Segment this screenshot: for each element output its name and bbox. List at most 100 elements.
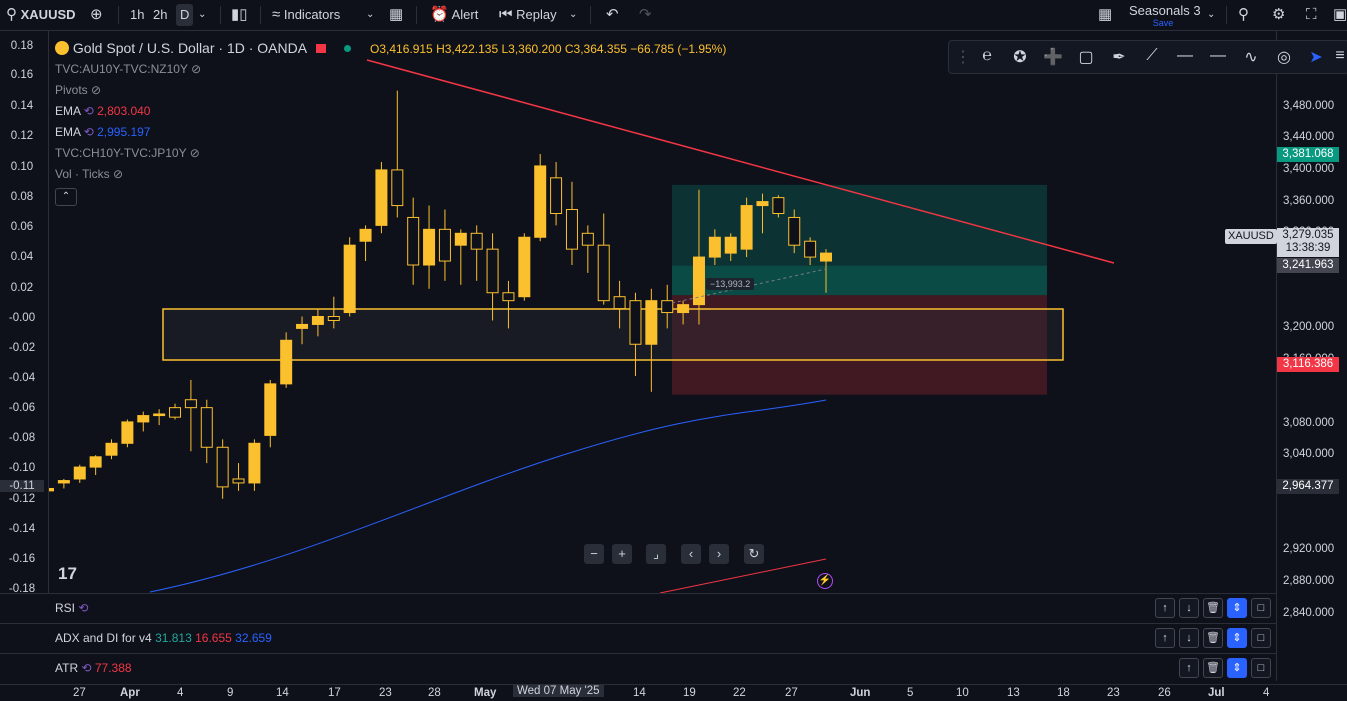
candle <box>486 233 499 321</box>
zoom-in-button[interactable]: + <box>612 544 632 564</box>
legend-item-vol[interactable]: Vol · Ticks ⊘ <box>55 167 123 181</box>
move-down-icon[interactable]: ↓ <box>1179 628 1199 648</box>
layout-name-button[interactable]: Seasonals 3 Save <box>1129 3 1209 28</box>
candle <box>200 399 213 464</box>
collapse-pane-icon[interactable]: ⇕ <box>1227 628 1247 648</box>
atr-title: ATR ⟲ 77.388 <box>55 661 132 675</box>
search-icon: ⚲ <box>6 6 17 23</box>
legend-item-spread1[interactable]: TVC:AU10Y-TVC:NZ10Y ⊘ <box>55 62 201 76</box>
maximize-pane-icon[interactable]: □ <box>1251 658 1271 678</box>
chevron-down-icon[interactable]: ⌄ <box>366 0 374 30</box>
lightning-icon[interactable]: ⚡ <box>817 573 833 589</box>
settings-gear-icon[interactable]: ⚙ <box>1272 0 1285 30</box>
brush-icon[interactable]: ✒ <box>1108 47 1130 67</box>
time-axis-label: 19 <box>683 687 696 699</box>
interval-1h-button[interactable]: 1h <box>130 0 144 30</box>
time-axis[interactable]: 27 Apr 4 9 14 17 23 28 May Wed 07 May '25 14 19 22 27… <box>0 684 1347 701</box>
layout-grid-icon[interactable]: ▦ <box>1098 0 1112 30</box>
candle <box>169 403 182 420</box>
add-symbol-icon[interactable]: ⊕ <box>90 0 103 30</box>
chevron-down-icon[interactable]: ⌄ <box>569 0 577 30</box>
path-icon[interactable]: ∿ <box>1240 47 1262 67</box>
time-axis-label: 23 <box>379 687 392 699</box>
star-icon[interactable]: ✪ <box>1009 47 1031 67</box>
reset-zoom-icon[interactable]: ⌟ <box>646 544 666 564</box>
quick-search-icon[interactable]: ⚲ <box>1238 0 1249 30</box>
adx-pane[interactable]: ADX and DI for v4 31.813 16.655 32.659 ↑… <box>0 623 1276 653</box>
horizontal-ray-icon[interactable]: — <box>1174 47 1196 65</box>
collapse-pane-icon[interactable]: ⇕ <box>1227 658 1247 678</box>
eye-off-icon[interactable]: ⊘ <box>191 62 201 76</box>
gold-logo-icon <box>55 41 69 55</box>
open-value: O3,416.915 <box>370 42 433 56</box>
rsi-pane[interactable]: RSI ⟲ ↑ ↓ 🗑 ⇕ □ <box>0 593 1276 623</box>
scroll-left-icon[interactable]: ‹ <box>681 544 701 564</box>
left-price-scale[interactable]: 0.18 0.16 0.14 0.12 0.10 0.08 0.06 0.04 0.02 -0.0… <box>0 31 49 595</box>
crosshair-icon[interactable]: ➕ <box>1042 47 1064 67</box>
trash-icon[interactable]: 🗑 <box>1203 598 1223 618</box>
candle-body <box>375 169 388 226</box>
candles-icon[interactable]: ▮▯ <box>231 0 248 30</box>
replay-button[interactable]: ⏮ Replay <box>499 0 557 30</box>
candle <box>121 419 134 448</box>
time-axis-label: May <box>474 687 497 699</box>
alert-button[interactable]: ⏰ Alert <box>430 0 478 30</box>
legend-item-ema1[interactable]: EMA ⟲ 2,803.040 <box>55 104 150 118</box>
cursor-arrow-icon[interactable]: ➤ <box>1305 47 1327 67</box>
move-up-icon[interactable]: ↑ <box>1155 628 1175 648</box>
candle-body <box>565 209 578 250</box>
move-up-icon[interactable]: ↑ <box>1179 658 1199 678</box>
right-scale-tick: 3,200.000 <box>1283 321 1335 334</box>
horizontal-line-icon[interactable]: — <box>1207 47 1229 65</box>
move-down-icon[interactable]: ↓ <box>1179 598 1199 618</box>
trash-icon[interactable]: 🗑 <box>1203 628 1223 648</box>
fullscreen-icon[interactable]: ⛶ <box>1306 0 1317 30</box>
legend-item-pivots[interactable]: Pivots ⊘ <box>55 83 101 97</box>
scroll-right-icon[interactable]: › <box>709 544 729 564</box>
legend-item-ema2[interactable]: EMA ⟲ 2,995.197 <box>55 125 150 139</box>
collapse-legend-button[interactable]: ⌃ <box>55 188 77 206</box>
chevron-down-icon[interactable]: ⌄ <box>198 0 206 30</box>
maximize-pane-icon[interactable]: □ <box>1251 598 1271 618</box>
price-chart[interactable] <box>49 31 1276 593</box>
time-axis-label: 4 <box>177 687 184 699</box>
candle <box>105 439 118 460</box>
symbol-search-button[interactable]: ⚲ XAUUSD <box>6 0 76 30</box>
target-icon[interactable]: ◎ <box>1273 47 1295 67</box>
reset-chart-icon[interactable]: ↻ <box>744 544 764 564</box>
left-scale-tick: -0.11 <box>0 480 44 492</box>
candle <box>137 411 150 432</box>
right-price-scale[interactable]: 3,480.0003,440.0003,400.0003,360.0003,32… <box>1276 31 1347 681</box>
flag-icon[interactable] <box>316 44 327 53</box>
menu-icon[interactable]: ≡ <box>1329 47 1347 65</box>
collapse-pane-icon[interactable]: ⇕ <box>1227 598 1247 618</box>
rectangle-icon[interactable]: ▢ <box>1075 47 1097 67</box>
atr-pane[interactable]: ATR ⟲ 77.388 ↑ 🗑 ⇕ □ <box>0 653 1276 683</box>
indicators-button[interactable]: ≈ Indicators <box>272 0 340 30</box>
interval-d-button[interactable]: D <box>176 4 194 26</box>
text-cursor-icon[interactable]: ℮ <box>976 47 998 65</box>
undo-icon[interactable]: ↶ <box>606 0 619 30</box>
rsi-title: RSI ⟲ <box>55 601 89 615</box>
left-scale-tick: 0.06 <box>10 221 34 233</box>
legend-item-spread2[interactable]: TVC:CH10Y-TVC:JP10Y ⊘ <box>55 146 200 160</box>
screenshot-camera-icon[interactable]: ▣ <box>1333 0 1347 30</box>
move-up-icon[interactable]: ↑ <box>1155 598 1175 618</box>
tradingview-logo-icon[interactable]: 17 <box>58 564 77 584</box>
eye-off-icon[interactable]: ⊘ <box>113 167 123 181</box>
redo-icon[interactable]: ↷ <box>639 0 652 30</box>
drag-handle-icon[interactable]: ⋮ <box>952 47 974 67</box>
left-scale-tick: 0.10 <box>10 161 34 173</box>
zoom-out-button[interactable]: − <box>584 544 604 564</box>
chevron-down-icon[interactable]: ⌄ <box>1207 0 1215 30</box>
trash-icon[interactable]: 🗑 <box>1203 658 1223 678</box>
eye-off-icon[interactable]: ⊘ <box>190 146 200 160</box>
maximize-pane-icon[interactable]: □ <box>1251 628 1271 648</box>
eye-off-icon[interactable]: ⊘ <box>91 83 101 97</box>
templates-grid-icon[interactable]: ▦ <box>389 0 403 30</box>
candle-body <box>820 252 832 262</box>
left-scale-tick: 0.04 <box>10 251 34 263</box>
trend-line-icon[interactable]: ⟋ <box>1141 47 1163 65</box>
interval-2h-button[interactable]: 2h <box>153 0 167 30</box>
time-axis-label: 10 <box>956 687 969 699</box>
